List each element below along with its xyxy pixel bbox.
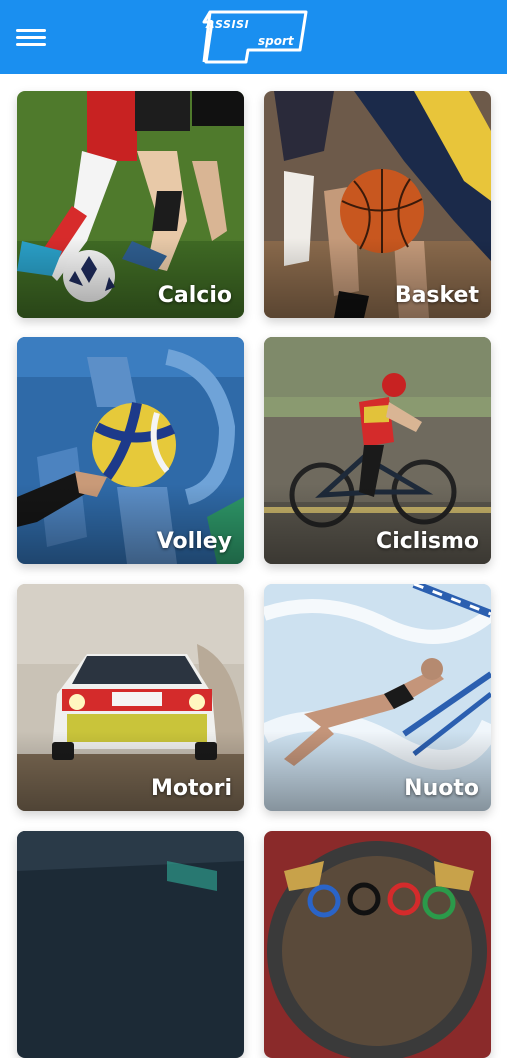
sport-label: Basket <box>394 283 479 308</box>
sport-card-8[interactable] <box>264 831 491 1058</box>
sport-image <box>17 831 244 1058</box>
sport-card-motori[interactable]: Motori <box>17 584 244 811</box>
logo-shape <box>202 10 308 64</box>
sport-card-basket[interactable]: Basket <box>264 91 491 318</box>
hamburger-line <box>16 43 46 46</box>
hamburger-line <box>16 36 46 39</box>
hamburger-line <box>16 29 46 32</box>
sport-label: Ciclismo <box>376 529 479 554</box>
sport-label: Volley <box>156 529 232 554</box>
app-header: ASSISI sport <box>0 0 507 74</box>
sport-card-nuoto[interactable]: Nuoto <box>264 584 491 811</box>
sport-card-calcio[interactable]: Calcio <box>17 91 244 318</box>
sport-card-ciclismo[interactable]: Ciclismo <box>264 337 491 564</box>
sports-grid: Calcio Basket Volley Ciclismo Motori Nuo… <box>0 74 507 1058</box>
logo-text-assisi: ASSISI <box>206 18 250 31</box>
sport-label: Calcio <box>157 283 232 308</box>
sport-card-7[interactable] <box>17 831 244 1058</box>
logo-text-sport: sport <box>258 34 294 48</box>
hamburger-menu-icon[interactable] <box>16 27 46 49</box>
assisi-sport-logo[interactable]: ASSISI sport <box>196 8 312 66</box>
sport-image <box>264 831 491 1058</box>
sport-label: Nuoto <box>404 776 479 801</box>
sport-label: Motori <box>150 776 232 801</box>
sport-card-volley[interactable]: Volley <box>17 337 244 564</box>
